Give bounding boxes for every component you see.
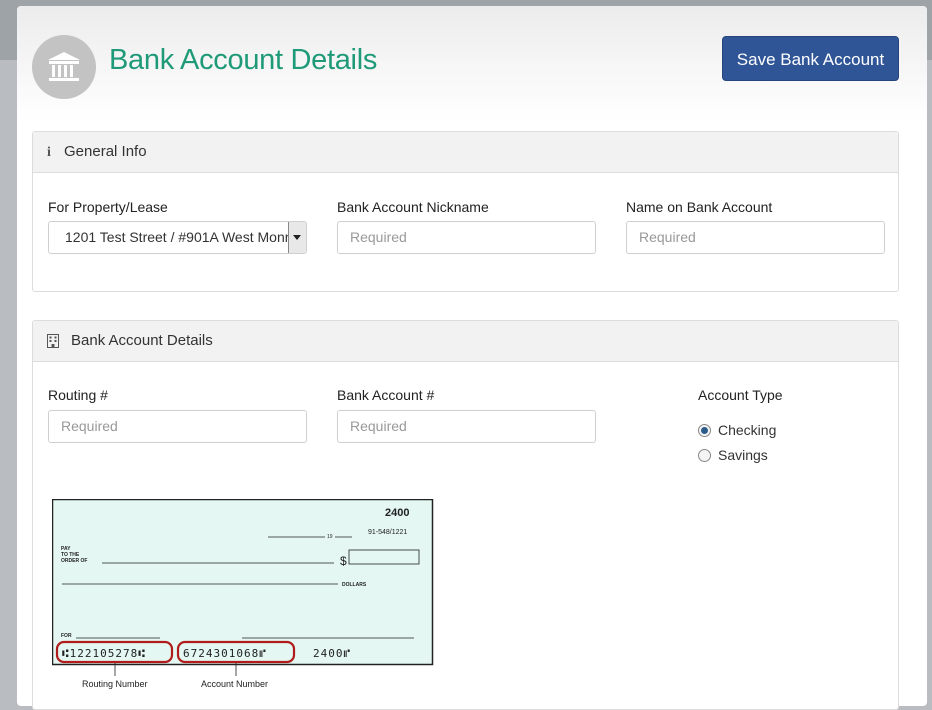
account-number-label: Bank Account # (337, 387, 435, 403)
for-label: FOR (61, 633, 72, 639)
account-type-label: Account Type (698, 387, 783, 403)
nickname-input[interactable]: Required (337, 221, 596, 254)
check-micr: 2400⑈ (313, 647, 351, 660)
info-icon: i (47, 145, 51, 160)
check-fraction: 91-548/1221 (368, 529, 407, 536)
general-info-header: i General Info (33, 132, 898, 173)
bank-details-header: Bank Account Details (33, 321, 898, 362)
routing-micr: ⑆122105278⑆ (62, 647, 146, 660)
account-number-input[interactable]: Required (337, 410, 596, 443)
routing-input[interactable]: Required (48, 410, 307, 443)
sample-check-image: 2400 19 91-548/1221 PAY TO THE ORDER OF … (51, 498, 434, 695)
building-icon (47, 334, 59, 351)
section-title: Bank Account Details (71, 332, 213, 349)
name-on-account-input[interactable]: Required (626, 221, 885, 254)
account-caption: Account Number (201, 679, 268, 689)
radio-checking-label[interactable]: Checking (718, 422, 776, 438)
check-year: 19 (327, 534, 333, 540)
account-micr: 6724301068⑈ (183, 647, 267, 660)
property-select[interactable]: 1201 Test Street / #901A West Monroe (48, 221, 307, 254)
radio-savings-input[interactable] (698, 449, 711, 462)
svg-text:ORDER OF: ORDER OF (61, 558, 87, 564)
bank-account-panel: Bank Account Details Save Bank Account i… (17, 6, 927, 710)
dollar-sign: $ (340, 554, 347, 568)
routing-caption: Routing Number (82, 679, 148, 689)
name-label: Name on Bank Account (626, 199, 773, 215)
check-number: 2400 (385, 507, 409, 519)
radio-checking-input[interactable] (698, 424, 711, 437)
nickname-label: Bank Account Nickname (337, 199, 489, 215)
routing-label: Routing # (48, 387, 108, 403)
dollars-label: DOLLARS (342, 582, 367, 588)
panel-header: Bank Account Details Save Bank Account (17, 6, 927, 121)
general-info-section: i General Info For Property/Lease 1201 T… (32, 131, 899, 292)
section-title: General Info (64, 143, 147, 160)
property-label: For Property/Lease (48, 199, 168, 215)
page-title: Bank Account Details (109, 44, 378, 76)
save-bank-account-button[interactable]: Save Bank Account (722, 36, 899, 81)
property-value: 1201 Test Street / #901A West Monroe (65, 229, 305, 245)
chevron-down-icon[interactable] (288, 222, 306, 253)
bank-icon (32, 35, 96, 99)
radio-savings-label[interactable]: Savings (718, 447, 768, 463)
